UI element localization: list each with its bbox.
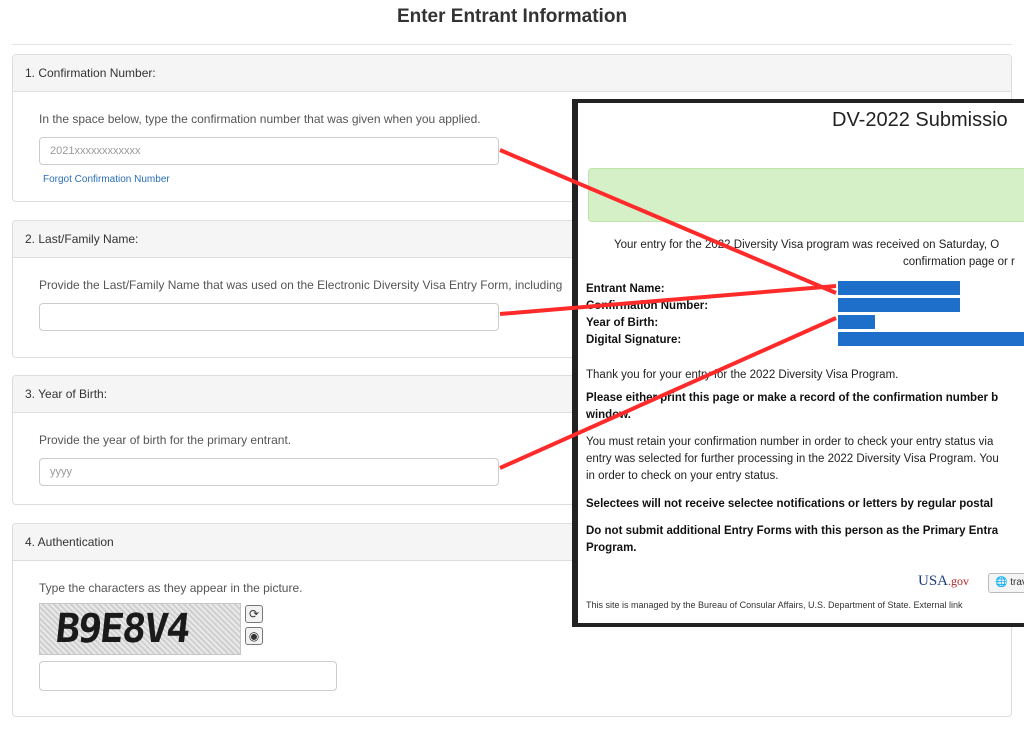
print-instruction-line2: window. (586, 409, 631, 421)
overlay-footer: This site is managed by the Bureau of Co… (586, 600, 963, 610)
received-text-line1: Your entry for the 2022 Diversity Visa p… (614, 239, 1000, 251)
globe-icon: 🌐 (995, 577, 1011, 588)
last-name-input[interactable] (39, 303, 499, 331)
usa-logo-text: USA (918, 573, 949, 589)
year-of-birth-redaction (838, 315, 875, 329)
year-of-birth-input[interactable] (39, 458, 499, 486)
entrant-name-label: Entrant Name: (586, 283, 665, 295)
page-title: Enter Entrant Information (396, 6, 628, 27)
captcha-input[interactable] (39, 661, 337, 691)
selectees-notice: Selectees will not receive selectee noti… (586, 498, 994, 510)
retain-text-line2: entry was selected for further processin… (586, 453, 999, 465)
last-name-instruction: Provide the Last/Family Name that was us… (39, 278, 563, 292)
usa-logo-gov: .gov (948, 574, 970, 588)
usa-gov-logo[interactable]: USA.gov (918, 573, 969, 590)
confirmation-page-overlay: DV-2022 Submissio Your entry for the 202… (572, 99, 1024, 627)
travel-button-label: trave (1010, 577, 1024, 588)
digital-signature-label: Digital Signature: (586, 334, 682, 346)
captcha-image: B9E8V4 (39, 603, 241, 655)
confirmation-page-content: DV-2022 Submissio Your entry for the 202… (578, 103, 1024, 623)
confirmation-number-instruction: In the space below, type the confirmatio… (39, 112, 481, 126)
digital-signature-redaction (838, 332, 1024, 346)
entrant-name-redaction (838, 281, 960, 295)
year-of-birth-label: Year of Birth: (586, 317, 659, 329)
confirmation-number-redaction (838, 298, 960, 312)
submission-title: DV-2022 Submissio (832, 109, 1008, 131)
year-of-birth-instruction: Provide the year of birth for the primar… (39, 433, 292, 447)
do-not-submit-line2: Program. (586, 542, 637, 554)
thank-you-text: Thank you for your entry for the 2022 Di… (586, 369, 899, 381)
do-not-submit-line1: Do not submit additional Entry Forms wit… (586, 525, 999, 537)
audio-icon[interactable]: ◉ (245, 627, 263, 645)
received-text-line2: confirmation page or r (903, 256, 1015, 268)
title-divider (12, 44, 1012, 45)
captcha-characters: B9E8V4 (53, 606, 191, 652)
confirmation-number-heading: 1. Confirmation Number: (13, 55, 1011, 92)
confirmation-number-input[interactable] (39, 137, 499, 165)
retain-text-line3: in order to check on your entry status. (586, 470, 779, 482)
print-instruction-line1: Please either print this page or make a … (586, 392, 999, 404)
forgot-confirmation-number-link[interactable]: Forgot Confirmation Number (43, 174, 170, 185)
retain-text-line1: You must retain your confirmation number… (586, 436, 994, 448)
refresh-icon[interactable]: ⟳ (245, 605, 263, 623)
confirmation-number-label: Confirmation Number: (586, 300, 709, 312)
success-banner (588, 168, 1024, 222)
travel-button[interactable]: 🌐 trave (988, 573, 1024, 593)
captcha-instruction: Type the characters as they appear in th… (39, 581, 303, 595)
